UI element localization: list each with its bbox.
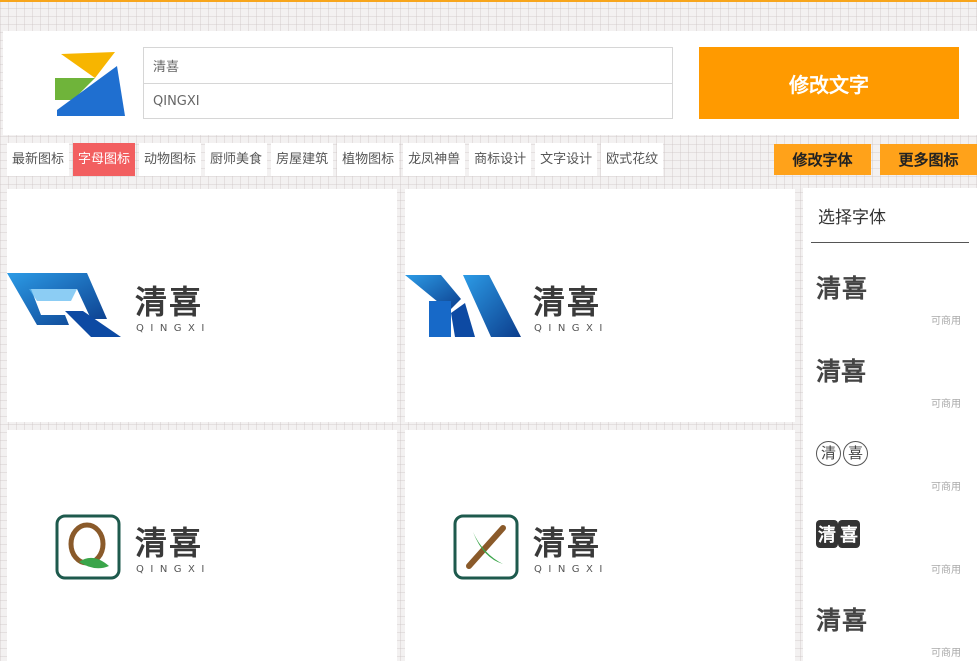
modify-text-button[interactable]: 修改文字: [699, 47, 959, 119]
font-option[interactable]: 清喜 可商用: [803, 259, 977, 342]
tab-chef-food[interactable]: 厨师美食: [205, 143, 268, 176]
font-sample: 清喜: [816, 518, 860, 548]
x-leaf-badge-icon: [453, 514, 519, 580]
tab-house-building[interactable]: 房屋建筑: [271, 143, 334, 176]
more-icons-button[interactable]: 更多图标: [880, 144, 977, 175]
tab-european-pattern[interactable]: 欧式花纹: [601, 143, 664, 176]
text-input-group: [143, 47, 673, 119]
pinyin-text-input[interactable]: [144, 83, 672, 118]
font-sample: 清喜: [816, 274, 869, 303]
font-option[interactable]: 清喜 可商用: [803, 425, 977, 508]
font-sample: 清喜: [816, 606, 869, 635]
font-sample: 清喜: [816, 435, 868, 466]
logo-card[interactable]: 清喜 QINGXI: [405, 189, 795, 422]
logo-english-text: QINGXI: [534, 564, 609, 575]
modify-font-button[interactable]: 修改字体: [774, 144, 871, 175]
header-bar: 修改文字: [3, 31, 977, 135]
site-logo-icon: [55, 52, 125, 116]
commercial-use-note: 可商用: [931, 316, 961, 327]
tab-animal-icons[interactable]: 动物图标: [139, 143, 202, 176]
tab-dragon-phoenix[interactable]: 龙凤神兽: [403, 143, 466, 176]
font-option[interactable]: 清喜 可商用: [803, 342, 977, 425]
logo-chinese-text: 清喜: [135, 524, 204, 562]
logo-chinese-text: 清喜: [533, 283, 602, 321]
q-leaf-badge-icon: [55, 514, 121, 580]
logo-card[interactable]: 清喜 QINGXI: [7, 430, 397, 661]
commercial-use-note: 可商用: [931, 648, 961, 659]
font-panel: 选择字体 清喜 可商用 清喜 可商用 清喜 可商用 清喜 可商用 清喜 可商用: [803, 188, 977, 661]
logo-chinese-text: 清喜: [135, 283, 204, 321]
tab-text-design[interactable]: 文字设计: [535, 143, 598, 176]
font-panel-title: 选择字体: [811, 188, 969, 243]
logo-chinese-text: 清喜: [533, 524, 602, 562]
x-letter-blue-icon: [405, 275, 521, 337]
logo-english-text: QINGXI: [136, 564, 211, 575]
tab-latest-icons[interactable]: 最新图标: [7, 143, 70, 176]
font-sample: 清喜: [816, 357, 867, 386]
logo-english-text: QINGXI: [534, 323, 609, 334]
q-letter-blue-icon: [7, 273, 121, 337]
logo-english-text: QINGXI: [136, 323, 211, 334]
tab-letter-icons[interactable]: 字母图标: [73, 143, 136, 176]
font-option[interactable]: 清喜 可商用: [803, 508, 977, 591]
commercial-use-note: 可商用: [931, 565, 961, 576]
font-option[interactable]: 清喜 可商用: [803, 591, 977, 661]
commercial-use-note: 可商用: [931, 399, 961, 410]
site-logo[interactable]: [55, 48, 127, 118]
commercial-use-note: 可商用: [931, 482, 961, 493]
category-tabs: 最新图标 字母图标 动物图标 厨师美食 房屋建筑 植物图标 龙凤神兽 商标设计 …: [7, 143, 664, 176]
tab-trademark-design[interactable]: 商标设计: [469, 143, 532, 176]
chinese-text-input[interactable]: [144, 48, 672, 83]
logo-card[interactable]: 清喜 QINGXI: [7, 189, 397, 422]
tab-plant-icons[interactable]: 植物图标: [337, 143, 400, 176]
logo-card[interactable]: 清喜 QINGXI: [405, 430, 795, 661]
